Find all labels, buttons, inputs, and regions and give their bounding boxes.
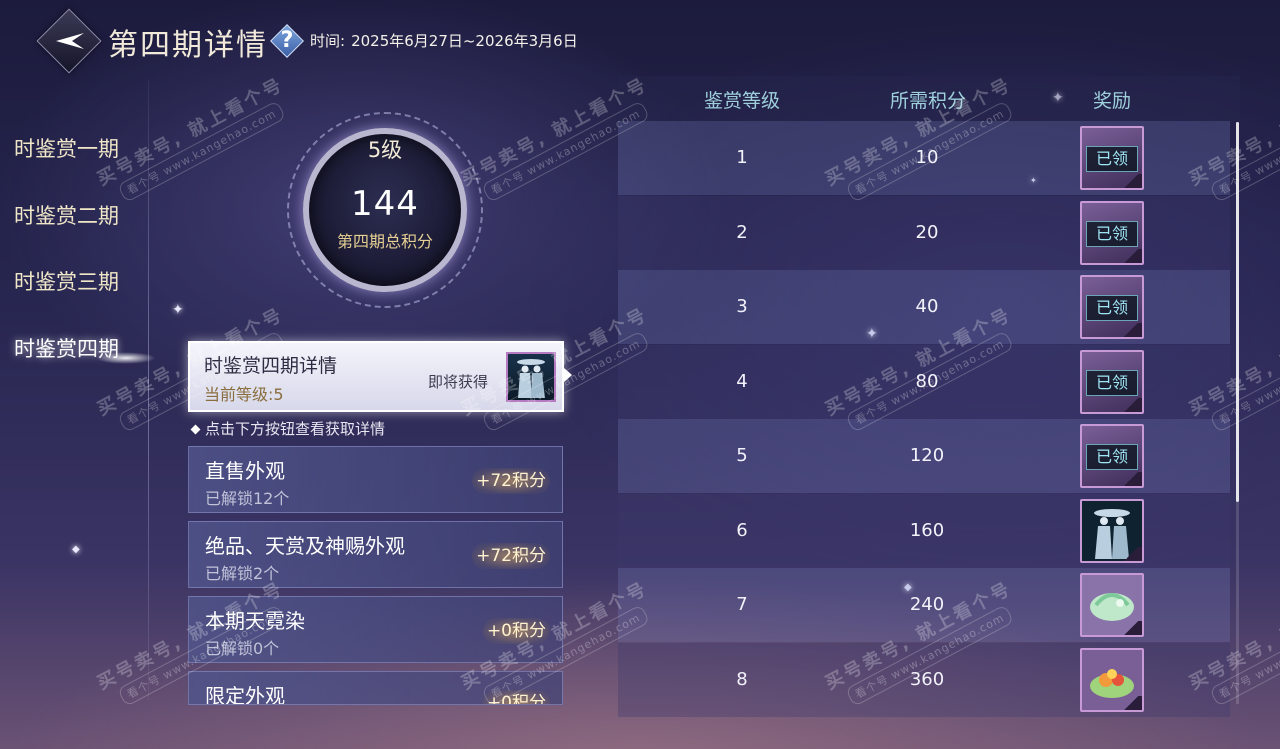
category-card-dye[interactable]: 本期天霓染 已解锁0个 +0积分 [188,596,563,663]
category-points: +72积分 [472,543,550,569]
sidebar-item-period-1[interactable]: 时鉴赏一期 [14,133,119,163]
corner-fold-icon [1120,621,1142,635]
row-points: 10 [915,147,939,168]
period-label: 时间: [310,32,346,50]
claimed-badge: 已领 [1086,444,1138,470]
claimed-badge: 已领 [1086,146,1138,172]
row-level: 7 [736,594,748,615]
corner-fold-icon [1120,472,1142,486]
row-level: 1 [736,147,748,168]
column-header-level: 鉴赏等级 [703,90,780,112]
row-level: 3 [736,296,748,317]
category-unlocked: 已解锁0个 [205,639,280,658]
claimed-badge: 已领 [1086,369,1138,396]
corner-fold-icon [1120,546,1142,561]
sidebar-item-period-3[interactable]: 时鉴赏三期 [14,266,119,296]
costume-figures-icon [517,359,545,398]
scrollbar-thumb[interactable] [1236,122,1239,502]
sidebar-divider [148,80,149,700]
period-detail-card[interactable]: 时鉴赏四期详情 当前等级:5 即将获得 [188,341,564,412]
category-card-limited[interactable]: 限定外观 +0积分 [188,671,563,705]
row-level: 6 [736,519,748,541]
category-unlocked: 已解锁12个 [205,489,290,508]
period-value: 2025年6月27日~2026年3月6日 [351,32,578,50]
category-title: 限定外观 [205,684,285,705]
category-points: +0积分 [482,690,550,704]
sparkle-icon: ✦ [172,302,184,318]
category-title: 绝品、天赏及神赐外观 [205,534,405,558]
hint-label: 点击下方按钮查看获取详情 [205,420,386,438]
help-button[interactable]: ? [270,24,304,58]
sparkle-icon: ◆ [72,544,80,555]
category-points: +72积分 [472,468,550,494]
row-points: 40 [915,296,939,317]
category-points: +0积分 [482,618,550,644]
bullet-icon [190,424,201,435]
row-points: 20 [915,221,939,243]
reward-slot[interactable]: 已领 [1080,349,1144,414]
sidebar-item-period-2[interactable]: 时鉴赏二期 [14,200,119,230]
score-level: 5级 [367,138,403,162]
claimed-badge: 已领 [1086,220,1138,247]
reward-slot[interactable] [1080,498,1144,563]
category-title: 直售外观 [205,459,285,483]
row-points: 240 [909,594,945,615]
reward-slot[interactable]: 已领 [1080,126,1144,190]
watermark-line1: 买号卖号, 就上看个号 [93,73,288,191]
score-total: 144 [351,184,419,224]
upcoming-label: 即将获得 [428,373,489,391]
row-level: 5 [736,445,748,466]
period-text: 时间: 2025年6月27日~2026年3月6日 [310,30,584,51]
reward-slot[interactable]: 已领 [1080,200,1144,265]
score-label: 第四期总积分 [336,232,433,251]
hint-text: 点击下方按钮查看获取详情 [190,418,386,439]
claimed-badge: 已领 [1086,295,1138,321]
detail-title: 时鉴赏四期详情 [204,355,338,377]
pointer-arrow-icon [564,368,572,382]
table-row: 8 360 [618,642,1230,717]
category-card-direct-sale[interactable]: 直售外观 已解锁12个 +72积分 [188,446,563,513]
row-points: 360 [909,668,945,690]
page-title: 第四期详情 [108,28,268,63]
watermark: 买号卖号, 就上看个号 看个号 www.kangehao.com [92,70,298,209]
row-points: 80 [915,370,939,392]
back-arrow-icon[interactable] [54,30,86,52]
reward-slot[interactable]: 已领 [1080,424,1144,488]
reward-slot[interactable]: 已领 [1080,275,1144,339]
reward-slot[interactable] [1080,573,1144,637]
category-card-premium[interactable]: 绝品、天赏及神赐外观 已解锁2个 +72积分 [188,521,563,588]
row-level: 2 [736,221,748,243]
row-level: 4 [736,370,748,392]
corner-fold-icon [1120,695,1142,710]
table-row: 1 10 已领 [618,121,1230,195]
reward-slot[interactable] [1080,647,1144,712]
table-row: 7 240 [618,568,1230,642]
row-level: 8 [736,668,748,690]
upcoming-reward-thumbnail[interactable] [506,352,556,402]
table-row: 3 40 已领 [618,270,1230,344]
column-header-reward: 奖励 [1092,90,1131,112]
table-row: 5 120 已领 [618,419,1230,493]
category-unlocked: 已解锁2个 [205,564,280,583]
column-header-points: 所需积分 [889,90,966,112]
table-row: 4 80 已领 [618,344,1230,419]
row-points: 160 [909,519,945,541]
row-points: 120 [909,445,945,466]
watermark-line2: 看个号 www.kangehao.com [117,100,287,203]
corner-fold-icon [1120,248,1142,263]
active-indicator [96,352,156,364]
help-label: ? [280,28,294,53]
current-level: 当前等级:5 [204,385,284,404]
table-row: 2 20 已领 [618,195,1230,270]
category-title: 本期天霓染 [205,609,305,633]
table-row: 6 160 [618,493,1230,568]
corner-fold-icon [1120,323,1142,337]
corner-fold-icon [1120,174,1142,188]
corner-fold-icon [1120,397,1142,412]
